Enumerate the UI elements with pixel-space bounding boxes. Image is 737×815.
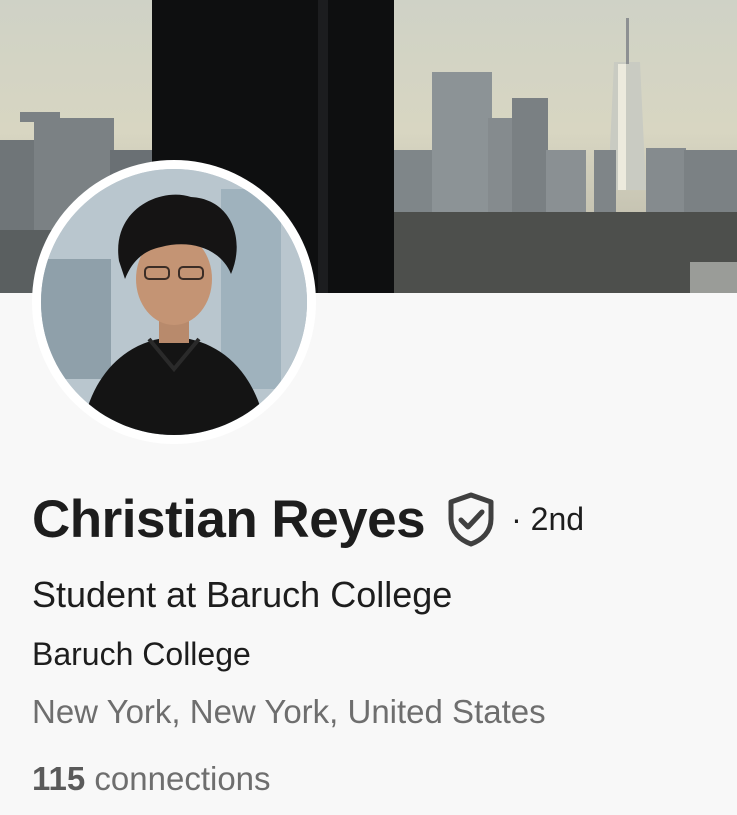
connections-label: connections: [85, 760, 271, 797]
profile-school[interactable]: Baruch College: [32, 636, 251, 673]
connections-count: 115: [32, 760, 86, 797]
name-row: Christian Reyes · 2nd: [32, 484, 584, 554]
profile-name[interactable]: Christian Reyes: [32, 489, 426, 550]
profile-card: Christian Reyes · 2nd Student at Baruch …: [0, 0, 737, 815]
connection-degree: · 2nd: [511, 500, 585, 537]
shield-check-icon[interactable]: [445, 491, 497, 547]
profile-headline: Student at Baruch College: [32, 574, 453, 615]
connections-link[interactable]: 115 connections: [32, 760, 271, 798]
profile-location: New York, New York, United States: [32, 693, 546, 730]
avatar[interactable]: [41, 169, 307, 435]
